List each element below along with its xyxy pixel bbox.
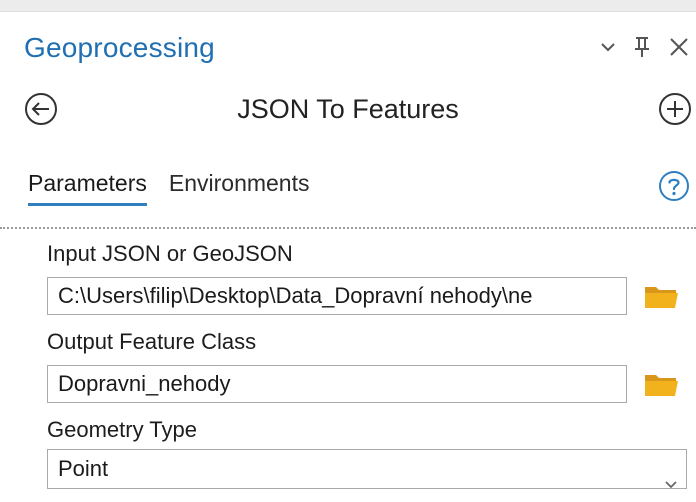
output-feature-class-field[interactable]: Dopravni_nehody	[47, 365, 627, 403]
geometry-type-value: Point	[58, 456, 109, 481]
pin-icon[interactable]	[634, 36, 650, 58]
folder-icon[interactable]	[642, 281, 682, 311]
close-icon[interactable]	[668, 36, 690, 58]
tab-parameters[interactable]: Parameters	[28, 170, 147, 206]
tool-title: JSON To Features	[237, 94, 459, 124]
geometry-type-label: Geometry Type	[47, 417, 197, 442]
tool-header: JSON To Features	[0, 88, 696, 134]
help-icon[interactable]	[658, 170, 690, 202]
geometry-type-select[interactable]: Point	[47, 449, 687, 489]
add-icon[interactable]	[658, 92, 692, 126]
chevron-down-icon[interactable]	[600, 41, 616, 53]
pane-title: Geoprocessing	[24, 32, 215, 63]
tab-bar: Parameters Environments	[28, 170, 310, 206]
top-bar	[0, 0, 696, 12]
folder-icon[interactable]	[642, 369, 682, 399]
input-json-label: Input JSON or GeoJSON	[47, 241, 293, 266]
tab-environments[interactable]: Environments	[169, 170, 310, 206]
divider	[0, 227, 696, 229]
input-json-field[interactable]: C:\Users\filip\Desktop\Data_Dopravní neh…	[47, 277, 627, 315]
chevron-down-icon[interactable]	[664, 464, 678, 502]
output-feature-class-label: Output Feature Class	[47, 329, 257, 354]
pane-controls	[600, 36, 690, 58]
